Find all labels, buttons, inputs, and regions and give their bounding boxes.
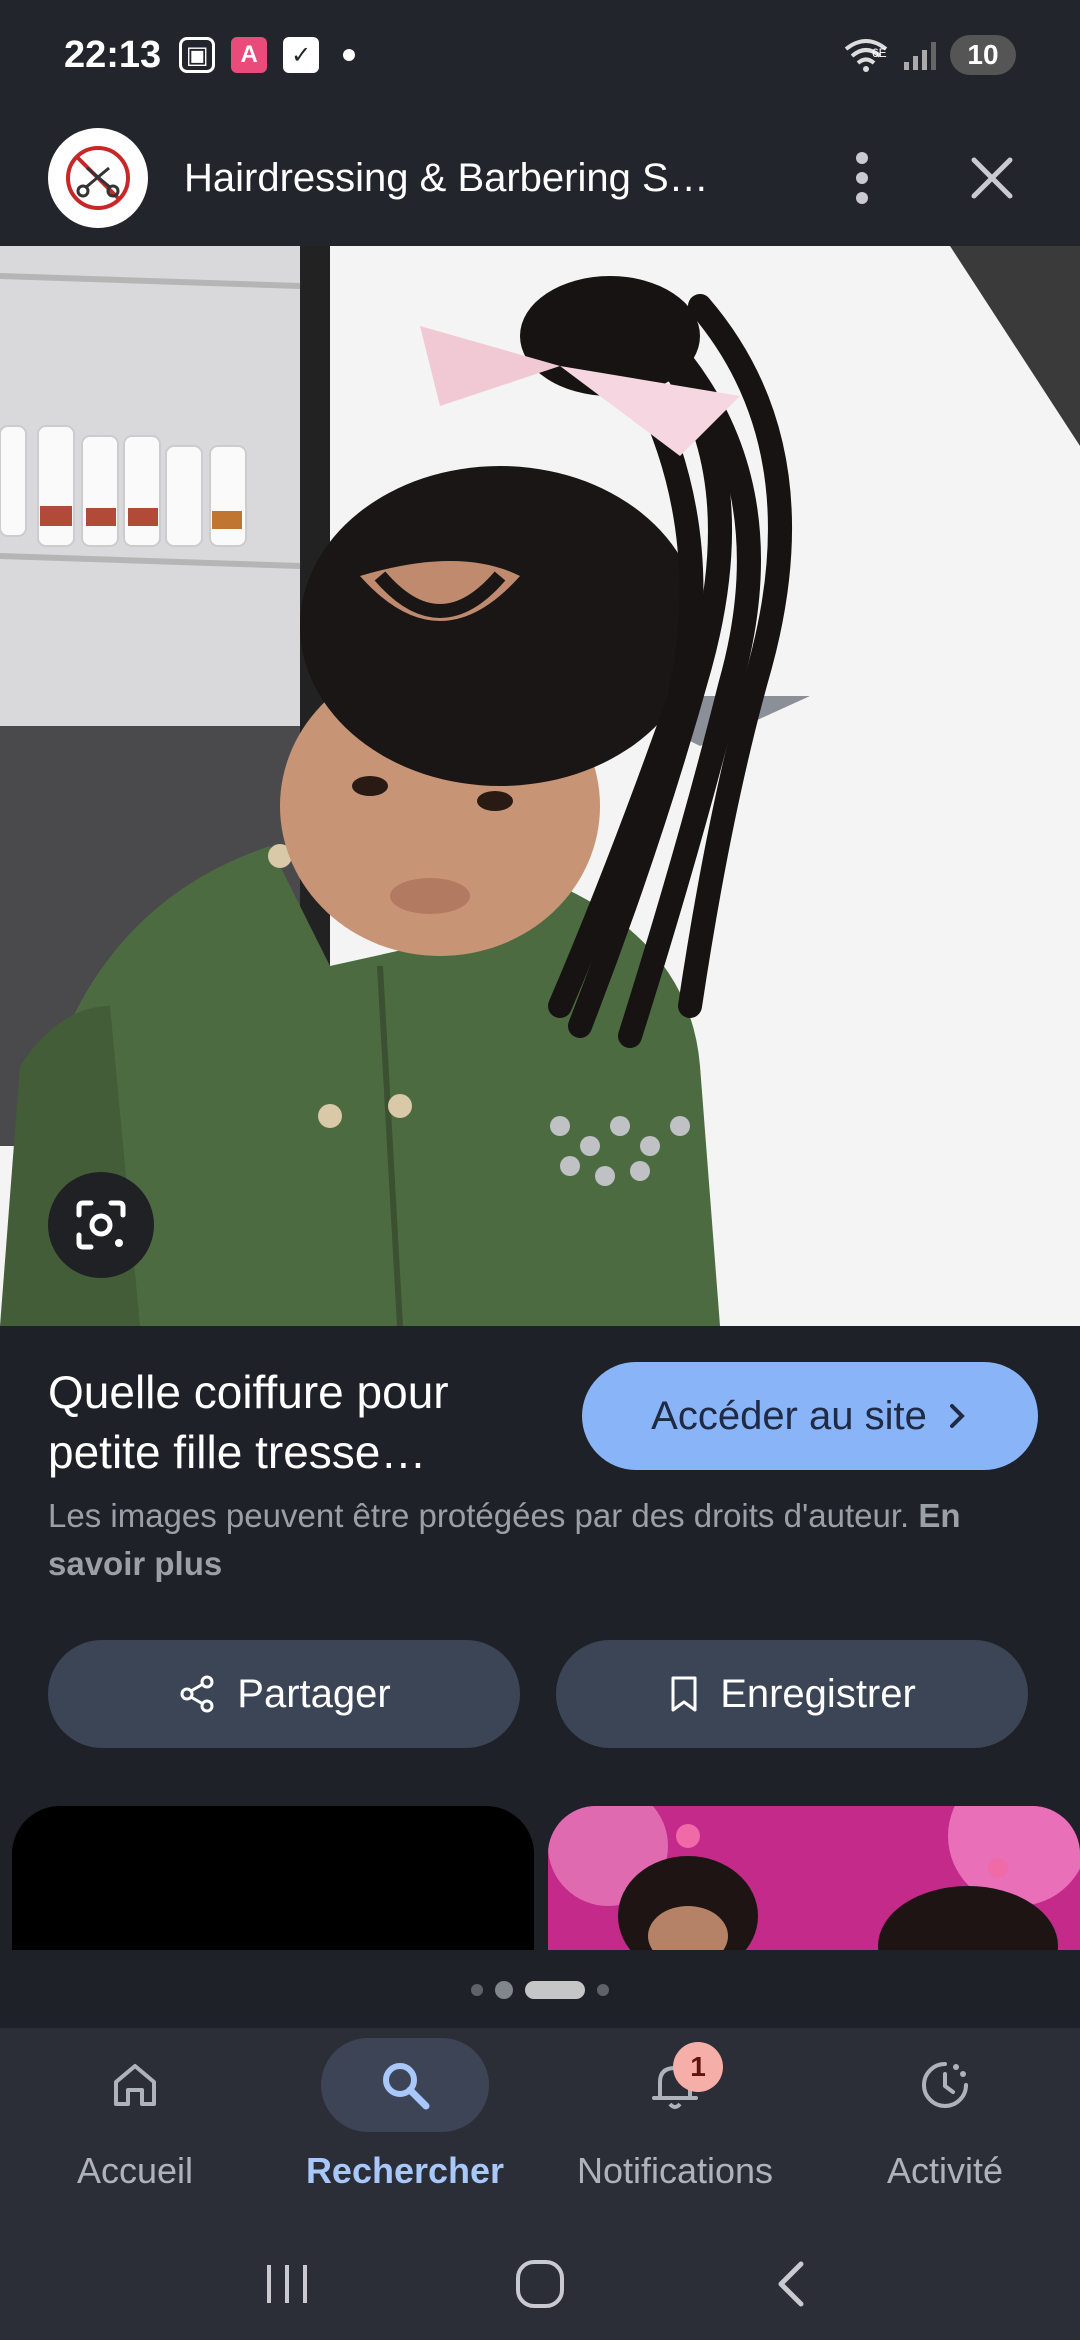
visit-site-button[interactable]: Accéder au site [582,1362,1038,1470]
signal-icon [904,40,936,70]
nav-item-activity[interactable]: Activité [810,2028,1080,2228]
status-bar: 22:13 ▣ A ✓ 6E 10 [0,0,1080,110]
bookmark-icon [671,1676,697,1712]
share-button[interactable]: Partager [48,1640,520,1748]
network-label: 6E [872,46,887,60]
bottom-navigation: Accueil Rechercher 1 Notifications Activ… [0,2028,1080,2228]
copyright-notice: Les images peuvent être protégées par de… [48,1492,1038,1588]
battery-icon: 10 [950,35,1016,75]
close-icon[interactable] [952,138,1032,218]
visit-site-label: Accéder au site [651,1393,927,1438]
nav-item-search[interactable]: Rechercher [270,2028,540,2228]
action-buttons: Partager Enregistrer [48,1640,1028,1748]
save-button[interactable]: Enregistrer [556,1640,1028,1748]
status-notification-icons: ▣ A ✓ [179,37,356,73]
home-button-icon[interactable] [510,2254,570,2314]
related-thumbnail-image [548,1806,1080,1950]
save-label: Enregistrer [720,1671,916,1716]
checkbox-icon: ✓ [283,37,320,73]
wifi-icon: 6E [844,39,888,72]
app-notification-icon: A [231,37,268,73]
more-vert-icon[interactable] [832,138,892,218]
related-thumbnail[interactable] [12,1806,534,1950]
pager-dot-active [525,1981,585,1999]
hairstyle-photo [0,246,1080,1326]
nav-item-home[interactable]: Accueil [0,2028,270,2228]
pager-dot [495,1981,513,1999]
search-icon [383,2063,430,2110]
nav-label: Rechercher [305,2150,505,2191]
related-images [12,1806,1080,1950]
activity-icon [922,2062,968,2108]
status-system-icons: 6E 10 [842,35,1016,75]
system-navigation-bar [0,2228,1080,2340]
result-info: Quelle coiffure pour petite fille tresse… [48,1362,1038,1482]
related-thumbnail[interactable] [548,1806,1080,1950]
google-lens-icon[interactable] [48,1172,154,1278]
notification-badge: 1 [673,2042,723,2092]
screenshot-icon: ▣ [179,37,216,73]
site-logo-icon[interactable] [48,128,148,228]
home-icon [114,2064,156,2106]
back-icon[interactable] [763,2254,823,2314]
nav-label: Notifications [576,2150,774,2191]
chevron-right-icon [949,1404,965,1428]
result-title[interactable]: Quelle coiffure pour petite fille tresse… [48,1362,568,1482]
nav-label: Accueil [76,2150,194,2191]
app-bar: Hairdressing & Barbering S… [0,110,1080,246]
carousel-indicator [0,1970,1080,2010]
share-label: Partager [237,1671,391,1716]
share-icon [180,1675,214,1713]
result-image[interactable] [0,246,1080,1326]
pager-dot [471,1984,483,1996]
dot-icon [343,49,356,61]
site-title[interactable]: Hairdressing & Barbering S… [184,156,744,201]
status-time: 22:13 [64,33,162,76]
copyright-text: Les images peuvent être protégées par de… [48,1497,910,1534]
pager-dot [597,1984,609,1996]
nav-item-notifications[interactable]: 1 Notifications [540,2028,810,2228]
nav-label: Activité [886,2150,1004,2191]
recent-apps-icon[interactable] [257,2259,317,2309]
